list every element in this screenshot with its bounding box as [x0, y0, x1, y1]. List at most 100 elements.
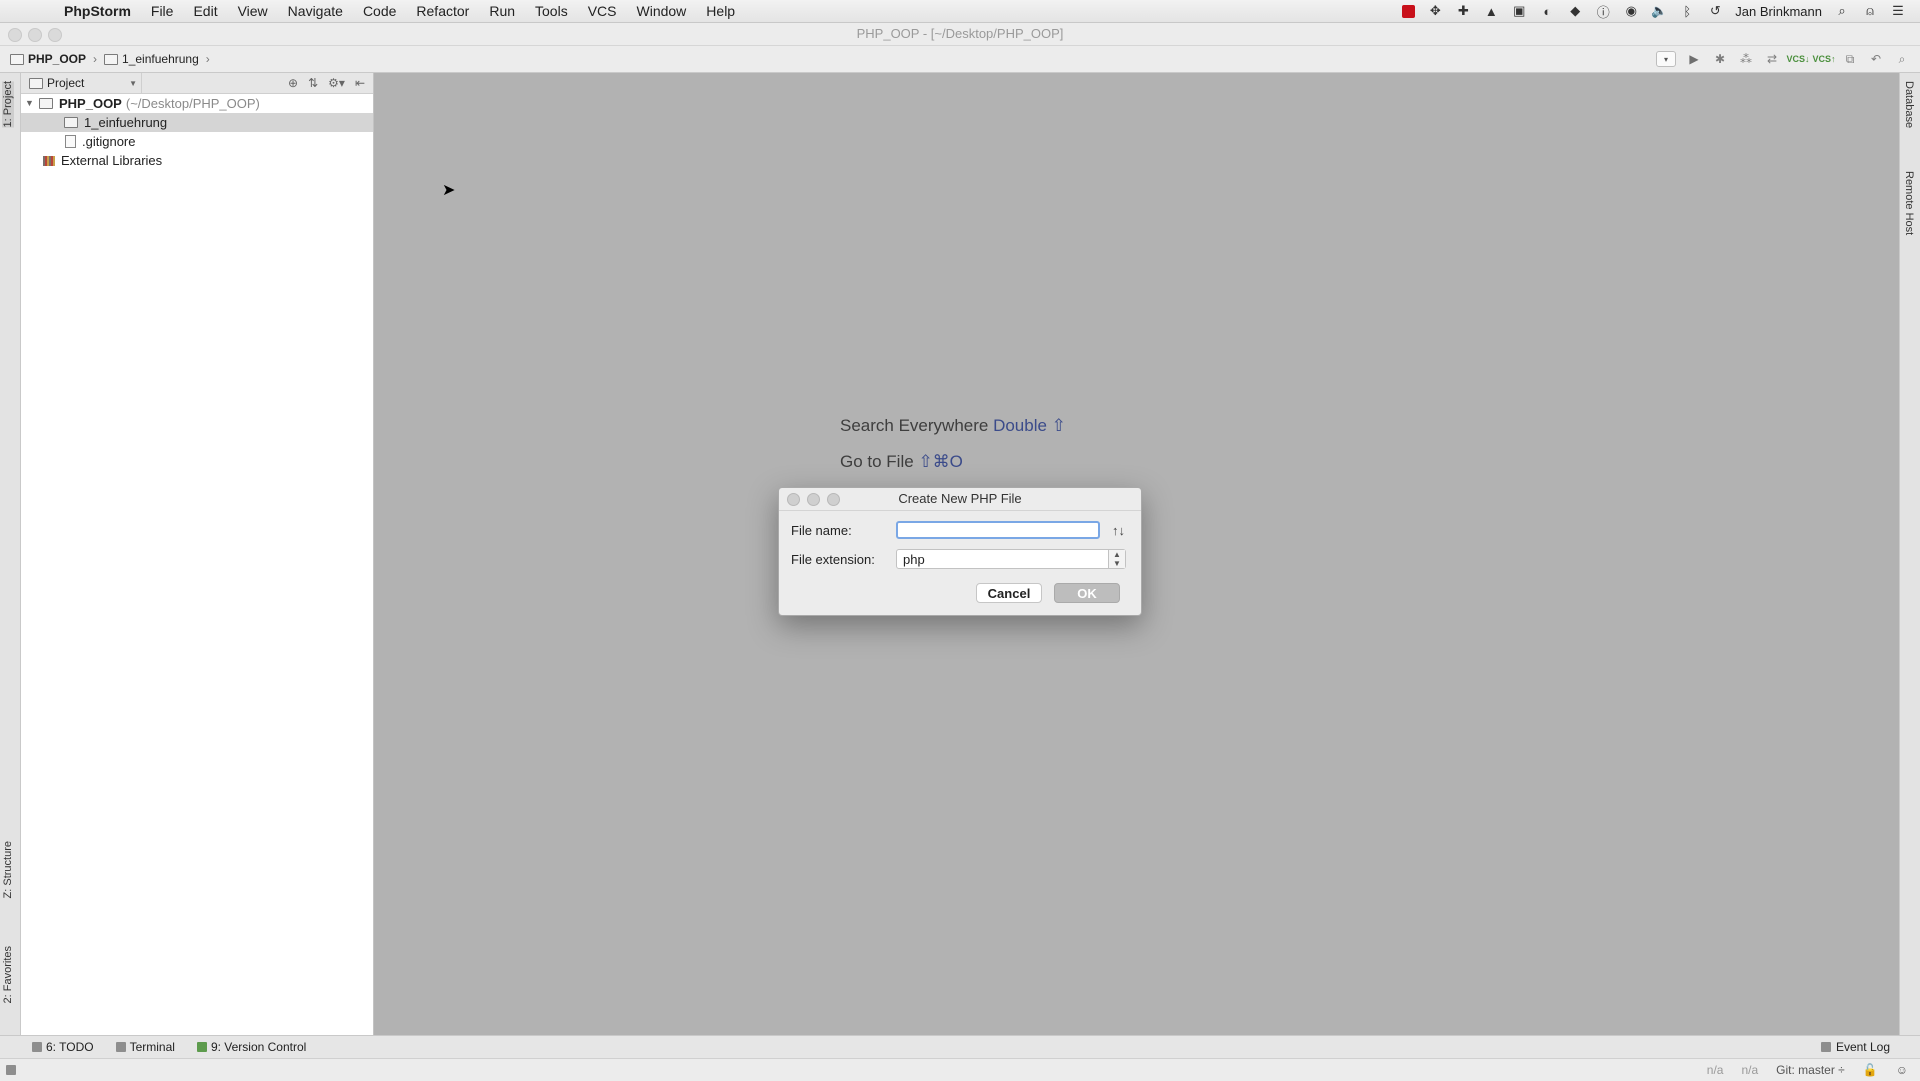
- search-icon[interactable]: ⌕: [1894, 51, 1910, 67]
- hint-search-everywhere: Search Everywhere Double ⇧: [840, 416, 1066, 436]
- toolbar: ▾ ▶ ✱ ⁂ ⇄ VCS↓ VCS↑ ⧉ ↶ ⌕: [1656, 51, 1920, 67]
- dialog-zoom-button[interactable]: [827, 493, 840, 506]
- lock-icon[interactable]: 🔓: [1863, 1063, 1878, 1077]
- select-stepper-icon: ▲ ▼: [1108, 550, 1125, 568]
- menu-help[interactable]: Help: [696, 3, 745, 19]
- dialog-title: Create New PHP File: [898, 491, 1022, 506]
- tab-structure[interactable]: Z: Structure: [2, 841, 14, 898]
- run-config-dropdown[interactable]: ▾: [1656, 51, 1676, 67]
- user-name[interactable]: Jan Brinkmann: [1735, 4, 1822, 19]
- onepassword-icon[interactable]: ⓘ: [1595, 4, 1611, 20]
- coverage-icon[interactable]: ⁂: [1738, 51, 1754, 67]
- menu-code[interactable]: Code: [353, 3, 406, 19]
- project-panel-header: Project ▼ ⊕ ⇅ ⚙▾ ⇤: [21, 73, 373, 94]
- breadcrumb-project[interactable]: PHP_OOP: [28, 52, 86, 66]
- window-title: PHP_OOP - [~/Desktop/PHP_OOP]: [856, 26, 1064, 41]
- version-control-label: 9: Version Control: [210, 1040, 307, 1054]
- tree-item-file[interactable]: .gitignore: [21, 132, 373, 151]
- tree-file-name: .gitignore: [82, 134, 136, 149]
- file-extension-select[interactable]: php ▲ ▼: [896, 549, 1126, 569]
- sync-icon[interactable]: ◉: [1623, 3, 1639, 18]
- window-minimize-button[interactable]: [28, 28, 42, 42]
- event-log-icon: [1820, 1042, 1831, 1052]
- toggle-tool-windows-icon[interactable]: [6, 1065, 16, 1075]
- todo-icon: [32, 1042, 42, 1052]
- file-name-row: File name: ↑↓: [791, 521, 1125, 539]
- leaf-icon[interactable]: ◐: [1539, 4, 1555, 19]
- library-icon: [43, 155, 55, 166]
- version-control-tab[interactable]: 9: Version Control: [196, 1040, 307, 1054]
- tree-item-external-libraries[interactable]: External Libraries: [21, 151, 373, 170]
- tool-window-bar: 6: TODO Terminal 9: Version Control Even…: [0, 1035, 1920, 1058]
- volume-icon[interactable]: 🔈: [1651, 3, 1667, 18]
- spotlight-icon[interactable]: ⌕: [1834, 3, 1850, 18]
- folder-icon: [39, 98, 53, 109]
- vcs-commit-icon[interactable]: VCS↑: [1813, 51, 1836, 67]
- tree-folder-name: 1_einfuehrung: [84, 115, 168, 130]
- vcs-update-icon[interactable]: VCS↓: [1787, 51, 1810, 67]
- dialog-minimize-button[interactable]: [807, 493, 820, 506]
- project-tools: ⊕ ⇅ ⚙▾ ⇤: [288, 76, 373, 90]
- hide-panel-icon[interactable]: ⇤: [355, 76, 365, 90]
- menu-file[interactable]: File: [141, 3, 184, 19]
- tab-remote-host[interactable]: Remote Host: [1903, 171, 1915, 235]
- terminal-label: Terminal: [129, 1040, 175, 1054]
- notification-user-icon[interactable]: ⍝: [1862, 3, 1878, 18]
- ok-button[interactable]: OK: [1054, 583, 1120, 603]
- menu-run[interactable]: Run: [479, 3, 525, 19]
- debug-icon[interactable]: ✱: [1712, 51, 1728, 67]
- sync-icon[interactable]: ⇄: [1764, 51, 1780, 67]
- scroll-from-source-icon[interactable]: ⊕: [288, 76, 298, 90]
- tab-favorites[interactable]: 2: Favorites: [2, 946, 14, 1003]
- menu-vcs[interactable]: VCS: [578, 3, 627, 19]
- menu-bar: PhpStorm File Edit View Navigate Code Re…: [0, 0, 1920, 23]
- tree-root[interactable]: ▼ PHP_OOP (~/Desktop/PHP_OOP): [21, 94, 373, 113]
- project-view-select[interactable]: Project ▼: [21, 73, 142, 93]
- window-zoom-button[interactable]: [48, 28, 62, 42]
- hint-search-key: Double ⇧: [993, 416, 1066, 435]
- collapse-all-icon[interactable]: ⇅: [308, 76, 318, 90]
- compare-icon[interactable]: ⧉: [1842, 51, 1858, 67]
- plus-cross-icon[interactable]: ✚: [1455, 3, 1471, 18]
- menu-window[interactable]: Window: [627, 3, 697, 19]
- time-machine-icon[interactable]: ↺: [1707, 3, 1723, 18]
- dropbox-icon[interactable]: ✥: [1427, 3, 1443, 18]
- menu-edit[interactable]: Edit: [183, 3, 227, 19]
- menu-app-name[interactable]: PhpStorm: [54, 3, 141, 19]
- menu-refactor[interactable]: Refactor: [406, 3, 479, 19]
- evernote-icon[interactable]: ◆: [1567, 3, 1583, 18]
- drive-icon[interactable]: ▲: [1483, 4, 1499, 19]
- record-icon[interactable]: [1402, 4, 1416, 18]
- file-name-input[interactable]: [896, 521, 1100, 539]
- hint-go-to-file: Go to File ⇧⌘O: [840, 452, 963, 472]
- cancel-button[interactable]: Cancel: [976, 583, 1042, 603]
- tab-database[interactable]: Database: [1903, 81, 1915, 128]
- bluetooth-icon[interactable]: ᛒ: [1679, 4, 1695, 19]
- breadcrumb-folder[interactable]: 1_einfuehrung: [122, 52, 199, 66]
- terminal-icon: [115, 1042, 126, 1052]
- run-icon[interactable]: ▶: [1686, 51, 1702, 67]
- sort-arrows-icon[interactable]: ↑↓: [1112, 523, 1125, 538]
- menu-view[interactable]: View: [228, 3, 278, 19]
- hector-icon[interactable]: ☺: [1896, 1063, 1908, 1077]
- window-close-button[interactable]: [8, 28, 22, 42]
- event-log-tab[interactable]: Event Log: [1820, 1040, 1890, 1054]
- breadcrumb: PHP_OOP › 1_einfuehrung ›: [0, 52, 213, 66]
- menu-navigate[interactable]: Navigate: [278, 3, 353, 19]
- git-branch[interactable]: Git: master ÷: [1776, 1063, 1845, 1077]
- terminal-tab[interactable]: Terminal: [115, 1040, 175, 1054]
- project-view-label: Project: [47, 76, 85, 90]
- left-tool-stripe: 1: Project Z: Structure 2: Favorites: [0, 73, 21, 1035]
- navigation-bar: PHP_OOP › 1_einfuehrung › ▾ ▶ ✱ ⁂ ⇄ VCS↓…: [0, 46, 1920, 73]
- tab-project[interactable]: 1: Project: [2, 81, 14, 128]
- gear-icon[interactable]: ⚙▾: [328, 76, 345, 90]
- bookmark-icon[interactable]: ▣: [1511, 3, 1527, 18]
- dialog-close-button[interactable]: [787, 493, 800, 506]
- expand-triangle-icon[interactable]: ▼: [25, 94, 35, 113]
- todo-tab[interactable]: 6: TODO: [32, 1040, 94, 1054]
- revert-icon[interactable]: ↶: [1868, 51, 1884, 67]
- menu-tools[interactable]: Tools: [525, 3, 578, 19]
- tree-item-folder[interactable]: 1_einfuehrung: [21, 113, 373, 132]
- notification-center-icon[interactable]: ☰: [1890, 3, 1906, 18]
- event-log-label: Event Log: [1835, 1040, 1890, 1054]
